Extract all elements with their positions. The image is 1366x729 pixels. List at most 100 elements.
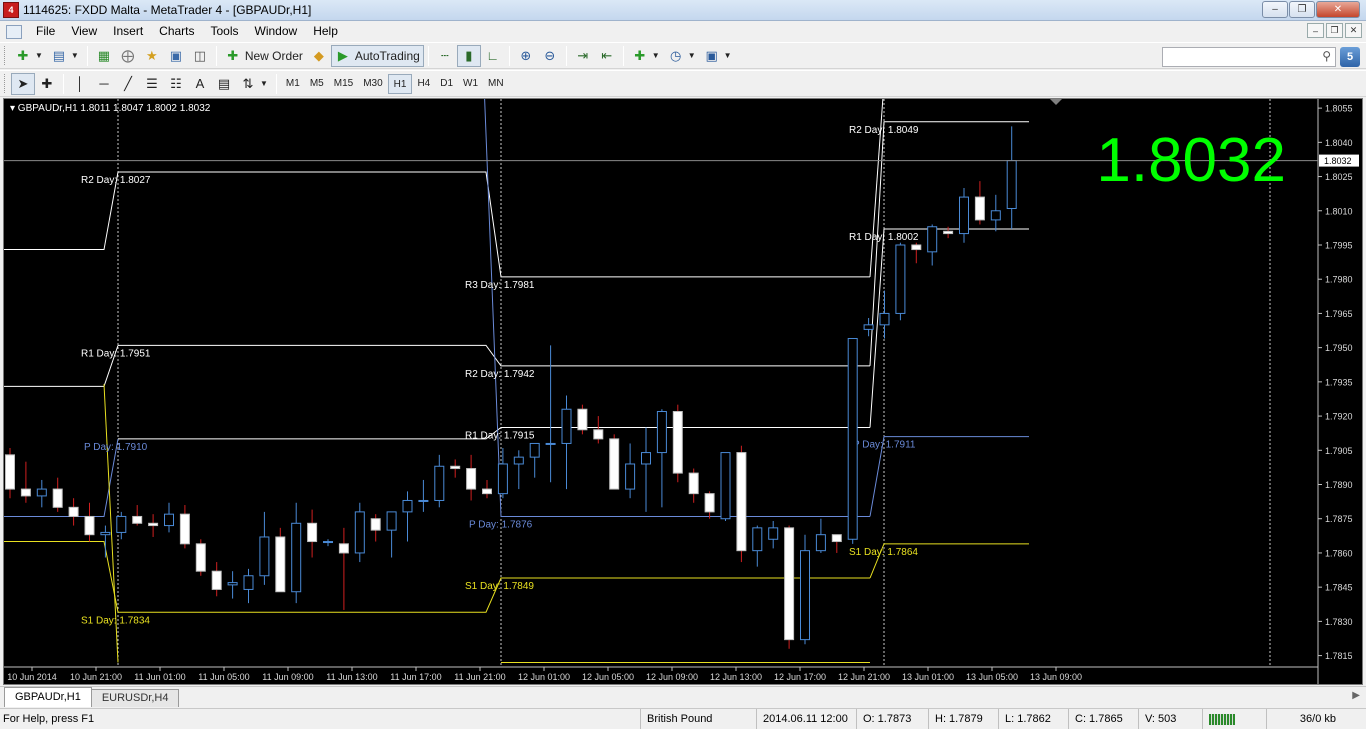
candlesticks-button[interactable]: ▮ <box>456 44 481 67</box>
horizontal-line-icon: ─ <box>99 75 109 91</box>
vertical-line-button[interactable]: │ <box>68 73 92 95</box>
menu-help[interactable]: Help <box>305 21 346 42</box>
minimize-button[interactable]: – <box>1262 1 1288 18</box>
timeframe-mn[interactable]: MN <box>483 74 509 94</box>
new-order-button[interactable]: ✚ New Order <box>221 45 307 67</box>
candle-body <box>354 511 365 554</box>
autotrading-button[interactable]: ▶ AutoTrading <box>330 44 424 67</box>
templates-icon: ▣ <box>705 47 718 63</box>
status-instrument: British Pound <box>640 709 756 729</box>
chart-tabs: GBPAUDr,H1 EURUSDr,H4 ▶ <box>0 686 1366 707</box>
status-close: C: 1.7865 <box>1068 709 1138 729</box>
status-volume: V: 503 <box>1138 709 1202 729</box>
maximize-button[interactable]: ❐ <box>1289 1 1315 18</box>
candle-body <box>784 527 795 641</box>
market-watch-icon: ▦ <box>97 47 110 63</box>
pivot-level-line <box>4 541 119 613</box>
toolbar-grip[interactable] <box>4 46 7 65</box>
menu-view[interactable]: View <box>63 21 105 42</box>
tabs-scroll-right-icon[interactable]: ▶ <box>1352 690 1360 701</box>
close-button[interactable]: ✕ <box>1316 1 1360 18</box>
text-button[interactable]: A <box>188 73 212 95</box>
chart-window-icon[interactable] <box>6 24 22 39</box>
tester-icon: ◫ <box>193 47 206 63</box>
separator <box>63 73 64 94</box>
menu-charts[interactable]: Charts <box>151 21 202 42</box>
timeframe-m1[interactable]: M1 <box>281 74 305 94</box>
metaeditor-button[interactable]: ◆ <box>307 45 331 67</box>
toolbar-grip[interactable] <box>4 74 7 93</box>
candle-body <box>84 515 95 536</box>
child-close-button[interactable]: ✕ <box>1345 23 1362 38</box>
candle-body <box>259 536 270 577</box>
search-icon[interactable]: ⚲ <box>1322 49 1331 63</box>
time-tick-label: 11 Jun 13:00 <box>326 672 377 682</box>
chart-shift-button[interactable]: ⇤ <box>595 45 619 67</box>
text-label-icon: ▤ <box>217 75 231 91</box>
separator <box>427 45 429 66</box>
strategy-tester-button[interactable]: ◫ <box>188 45 212 67</box>
candle-body <box>482 488 492 495</box>
line-chart-button[interactable]: ∟ <box>481 45 505 67</box>
time-tick-label: 12 Jun 01:00 <box>518 672 570 682</box>
arrows-button[interactable]: ⇅ ▼ <box>236 73 272 95</box>
periods-button[interactable]: ◷ ▼ <box>664 45 700 67</box>
timeframe-h4[interactable]: H4 <box>412 74 435 94</box>
price-tick-label: 1.7830 <box>1325 617 1353 627</box>
timeframe-m5[interactable]: M5 <box>305 74 329 94</box>
time-tick-label: 11 Jun 21:00 <box>454 672 505 682</box>
tab-gbpaudr-h1[interactable]: GBPAUDr,H1 <box>4 687 92 707</box>
search-input[interactable]: ⚲ <box>1162 47 1336 67</box>
status-bar: For Help, press F1 British Pound 2014.06… <box>0 708 1366 729</box>
market-watch-button[interactable]: ▦ <box>92 45 116 67</box>
equidistant-channel-button[interactable]: ☰ <box>140 73 164 95</box>
price-tick-label: 1.7920 <box>1325 412 1353 422</box>
price-tick-label: 1.8055 <box>1325 104 1353 114</box>
cursor-button[interactable]: ➤ <box>11 72 35 95</box>
menu-file[interactable]: File <box>28 21 63 42</box>
child-minimize-button[interactable]: – <box>1307 23 1324 38</box>
candle-body <box>672 411 683 474</box>
terminal-button[interactable]: ▣ <box>164 45 188 67</box>
navigator-button[interactable]: ★ <box>140 45 164 67</box>
time-tick-label: 11 Jun 09:00 <box>262 672 313 682</box>
child-restore-button[interactable]: ❐ <box>1326 23 1343 38</box>
zoom-in-button[interactable]: ⊕ <box>514 45 538 67</box>
candle-body <box>68 506 79 517</box>
tab-eurusdr-h4[interactable]: EURUSDr,H4 <box>90 689 180 707</box>
mql5-community-button[interactable]: 5 <box>1340 47 1360 67</box>
trendline-button[interactable]: ╱ <box>116 73 140 95</box>
separator <box>215 45 217 66</box>
status-datetime: 2014.06.11 12:00 <box>756 709 856 729</box>
menu-window[interactable]: Window <box>247 21 306 42</box>
candle-body <box>243 575 254 590</box>
menu-tools[interactable]: Tools <box>203 21 247 42</box>
bar-chart-icon: ┄ <box>440 47 449 63</box>
horizontal-line-button[interactable]: ─ <box>92 73 116 95</box>
profiles-button[interactable]: ▤ ▼ <box>47 45 83 67</box>
zoom-out-button[interactable]: ⊖ <box>538 45 562 67</box>
pivot-level-line <box>118 171 870 278</box>
timeframe-m15[interactable]: M15 <box>329 74 358 94</box>
timeframe-m30[interactable]: M30 <box>358 74 387 94</box>
candle-body <box>800 550 810 641</box>
timeframe-h1[interactable]: H1 <box>387 73 413 94</box>
candle-body <box>768 527 779 540</box>
price-chart[interactable]: 1.8055 1.8040 1.8025 1.8010 1.7995 1.7980 1.79… <box>3 98 1363 685</box>
timeframe-w1[interactable]: W1 <box>458 74 483 94</box>
bar-chart-button[interactable]: ┄ <box>433 45 457 67</box>
new-chart-button[interactable]: ✚ ▼ <box>11 45 47 67</box>
pivot-level-label: S1 Day: 1.7849 <box>465 581 534 592</box>
crosshair-button[interactable]: ✚ <box>35 73 59 95</box>
auto-scroll-button[interactable]: ⇥ <box>571 45 595 67</box>
fibonacci-button[interactable]: ☷ <box>164 73 188 95</box>
templates-button[interactable]: ▣ ▼ <box>700 45 736 67</box>
data-window-button[interactable]: ⨁ <box>116 45 140 67</box>
text-label-button[interactable]: ▤ <box>212 73 236 95</box>
current-price-tag-label: 1.8032 <box>1324 156 1352 166</box>
timeframe-d1[interactable]: D1 <box>435 74 458 94</box>
chart-canvas[interactable]: 1.8055 1.8040 1.8025 1.8010 1.7995 1.7980 1.79… <box>4 99 1362 684</box>
candle-body <box>52 488 63 508</box>
menu-insert[interactable]: Insert <box>105 21 151 42</box>
indicators-button[interactable]: ✚ ▼ <box>628 45 664 67</box>
